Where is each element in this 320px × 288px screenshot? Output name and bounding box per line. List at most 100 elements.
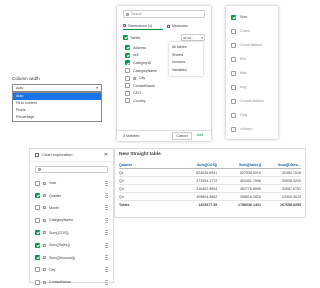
table-cell: 33087.0751 bbox=[281, 186, 301, 191]
field-item[interactable]: City bbox=[125, 74, 171, 82]
aggregation-option[interactable]: Count bbox=[231, 24, 273, 38]
exploration-checkbox[interactable] bbox=[35, 193, 40, 199]
drag-handle-icon[interactable] bbox=[105, 180, 108, 186]
filter-menu-item[interactable]: All tables bbox=[172, 44, 200, 52]
aggregation-option[interactable]: Min bbox=[231, 52, 273, 66]
column-width-select[interactable]: Auto ▾ bbox=[12, 84, 102, 92]
column-width-option[interactable]: Auto bbox=[13, 93, 101, 100]
field-checkbox[interactable] bbox=[125, 83, 130, 89]
exploration-item[interactable]: Sum([Sales]) bbox=[35, 239, 108, 251]
search-input[interactable] bbox=[35, 166, 108, 173]
aggregation-option[interactable]: Avg bbox=[231, 80, 273, 94]
aggregation-checkbox[interactable] bbox=[231, 56, 236, 62]
field-item[interactable]: sell bbox=[125, 52, 171, 60]
filter-menu-item[interactable]: Invoices bbox=[172, 59, 200, 67]
column-header[interactable]: Sum([COS]) bbox=[174, 163, 217, 167]
field-item[interactable]: CEO bbox=[125, 90, 171, 98]
aggregation-option[interactable]: Only bbox=[231, 108, 273, 122]
exploration-checkbox[interactable] bbox=[35, 230, 40, 236]
aggregation-label: Only bbox=[240, 113, 248, 117]
exploration-item[interactable]: Sum([COS]) bbox=[35, 227, 108, 239]
aggregation-option[interactable]: Count distinct bbox=[231, 38, 273, 52]
aggregation-checkbox[interactable] bbox=[231, 42, 236, 48]
aggregation-checkbox[interactable] bbox=[231, 70, 236, 76]
field-item[interactable]: Address bbox=[125, 44, 171, 52]
exploration-item[interactable]: CategoryName bbox=[35, 214, 108, 226]
aggregation-label: Max bbox=[240, 71, 247, 75]
field-checkbox[interactable] bbox=[125, 98, 130, 104]
drag-handle-icon[interactable] bbox=[105, 242, 108, 248]
drag-handle-icon[interactable] bbox=[105, 193, 108, 199]
aggregation-option[interactable]: Sum bbox=[231, 10, 273, 24]
table-cell: 527538.9019 bbox=[239, 170, 261, 175]
column-header[interactable]: Sum([Disco... bbox=[261, 163, 301, 167]
exploration-item[interactable]: Quarter bbox=[35, 189, 108, 201]
column-header[interactable]: Quarter bbox=[119, 163, 174, 167]
table-cell: Q4 bbox=[119, 194, 124, 199]
field-item[interactable]: ContactName bbox=[125, 82, 171, 90]
exploration-item[interactable]: City bbox=[35, 264, 108, 276]
exploration-checkbox[interactable] bbox=[35, 205, 40, 211]
add-button[interactable]: Add bbox=[195, 132, 205, 140]
filter-menu-item[interactable]: Sheets bbox=[172, 52, 200, 60]
exploration-checkbox[interactable] bbox=[35, 242, 40, 248]
field-checkbox[interactable] bbox=[125, 90, 130, 96]
table-cell: 398518.2825 bbox=[239, 194, 261, 199]
aggregation-checkbox[interactable] bbox=[231, 98, 236, 104]
exploration-item[interactable]: Year bbox=[35, 177, 108, 189]
chevron-down-icon: ▾ bbox=[96, 86, 98, 90]
exploration-checkbox[interactable] bbox=[35, 217, 40, 223]
field-type-icon bbox=[43, 243, 46, 247]
field-type-icon bbox=[43, 206, 46, 210]
aggregation-checkbox[interactable] bbox=[231, 28, 236, 34]
field-item[interactable]: CategoryID bbox=[125, 59, 171, 67]
table-filter-select[interactable]: All tab... ▾ bbox=[181, 34, 205, 41]
aggregation-checkbox[interactable] bbox=[231, 112, 236, 118]
field-checkbox[interactable] bbox=[125, 45, 130, 51]
drag-handle-icon[interactable] bbox=[105, 279, 108, 285]
field-item[interactable]: Country bbox=[125, 97, 171, 105]
aggregation-checkbox[interactable] bbox=[231, 126, 236, 132]
table-cell: 403451.7956 bbox=[239, 178, 261, 183]
drag-handle-icon[interactable] bbox=[105, 217, 108, 223]
aggregation-label: Count bbox=[240, 29, 250, 33]
drag-handle-icon[interactable] bbox=[105, 230, 108, 236]
exploration-checkbox[interactable] bbox=[35, 180, 40, 186]
search-icon bbox=[38, 168, 41, 171]
tab-dimensions[interactable]: Dimensions (4) bbox=[123, 22, 163, 30]
aggregation-checkbox[interactable] bbox=[231, 84, 236, 90]
field-checkbox[interactable] bbox=[125, 68, 130, 74]
drag-handle-icon[interactable] bbox=[105, 255, 108, 261]
aggregation-checkbox[interactable] bbox=[231, 14, 236, 20]
tables-checkbox[interactable] bbox=[123, 35, 128, 40]
search-input[interactable]: Search bbox=[123, 10, 205, 18]
drag-handle-icon[interactable] bbox=[105, 205, 108, 211]
measures-icon bbox=[167, 24, 170, 28]
exploration-item[interactable]: Sum([Discount]) bbox=[35, 251, 108, 263]
column-width-option[interactable]: Pixels bbox=[13, 107, 101, 114]
field-item[interactable]: CategoryName bbox=[125, 67, 171, 75]
exploration-item[interactable]: Month bbox=[35, 202, 108, 214]
table-title: New Straight table bbox=[119, 152, 161, 157]
filter-menu-item[interactable]: Variables bbox=[172, 67, 200, 75]
totals-cell: 167658.8255 bbox=[279, 203, 301, 207]
exploration-checkbox[interactable] bbox=[35, 267, 40, 273]
field-checkbox[interactable] bbox=[125, 60, 130, 66]
exploration-label: Month bbox=[49, 205, 59, 210]
aggregation-option[interactable]: Concat distinct bbox=[231, 94, 273, 108]
aggregation-option[interactable]: Max bbox=[231, 66, 273, 80]
column-width-option[interactable]: Percentage bbox=[13, 114, 101, 121]
column-width-option[interactable]: Fit to content bbox=[13, 100, 101, 107]
cancel-button[interactable]: Cancel bbox=[172, 132, 192, 140]
drag-handle-icon[interactable] bbox=[105, 267, 108, 273]
tab-measures[interactable]: Measures bbox=[167, 22, 205, 30]
exploration-checkbox[interactable] bbox=[35, 279, 40, 285]
exploration-item[interactable]: ContactName bbox=[35, 276, 108, 288]
column-header[interactable]: Sum([Sales]) bbox=[217, 163, 261, 167]
close-icon[interactable]: ✕ bbox=[104, 153, 108, 158]
field-checkbox[interactable] bbox=[125, 75, 130, 81]
field-label: Country bbox=[133, 98, 146, 103]
field-checkbox[interactable] bbox=[125, 52, 130, 58]
exploration-checkbox[interactable] bbox=[35, 255, 40, 261]
aggregation-option[interactable]: <None> bbox=[231, 122, 273, 136]
